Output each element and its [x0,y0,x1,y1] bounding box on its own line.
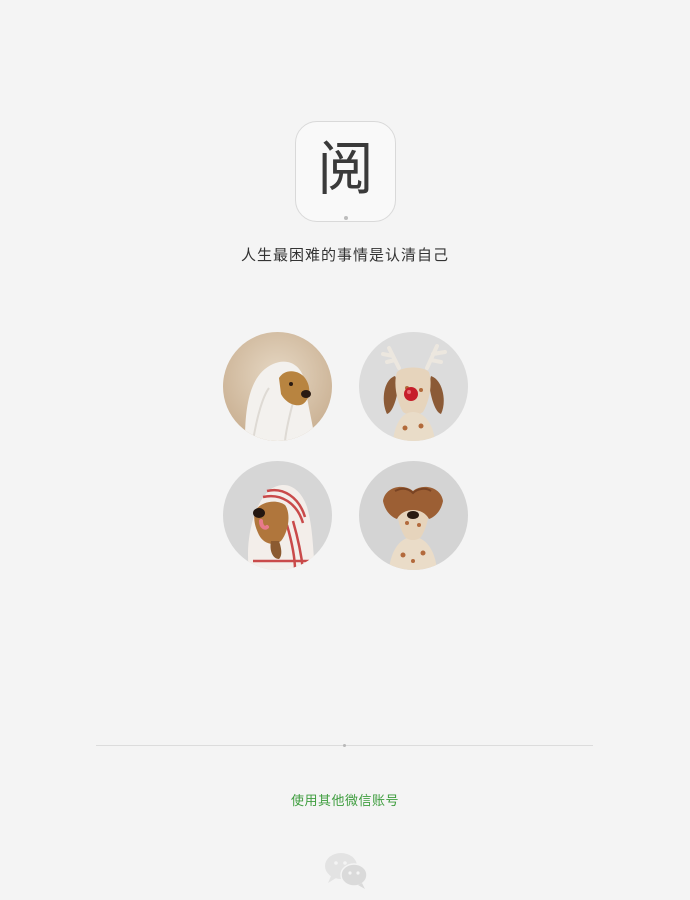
hoodie-dog-avatar-icon [223,461,332,570]
slogan-text: 人生最困难的事情是认清自己 [240,246,449,264]
divider-dot [343,744,346,747]
reindeer-dog-avatar-icon [359,332,468,441]
app-logo-glyph: 阅 [317,134,374,204]
ghost-dog-avatar-icon [223,332,332,441]
brown-hat-dog-avatar-icon [359,461,468,570]
use-other-wechat-account-link[interactable]: 使用其他微信账号 [0,790,690,809]
account-avatar-reindeer-dog[interactable] [359,332,468,441]
account-avatar-hoodie-dog[interactable] [223,461,332,570]
wechat-icon[interactable] [323,850,369,890]
app-logo-dot [344,216,348,220]
account-avatar-brown-hat-dog[interactable] [359,461,468,570]
account-avatar-ghost-dog[interactable] [223,332,332,441]
app-logo: 阅 [295,121,396,222]
account-avatar-grid [223,332,468,570]
divider [96,744,593,747]
